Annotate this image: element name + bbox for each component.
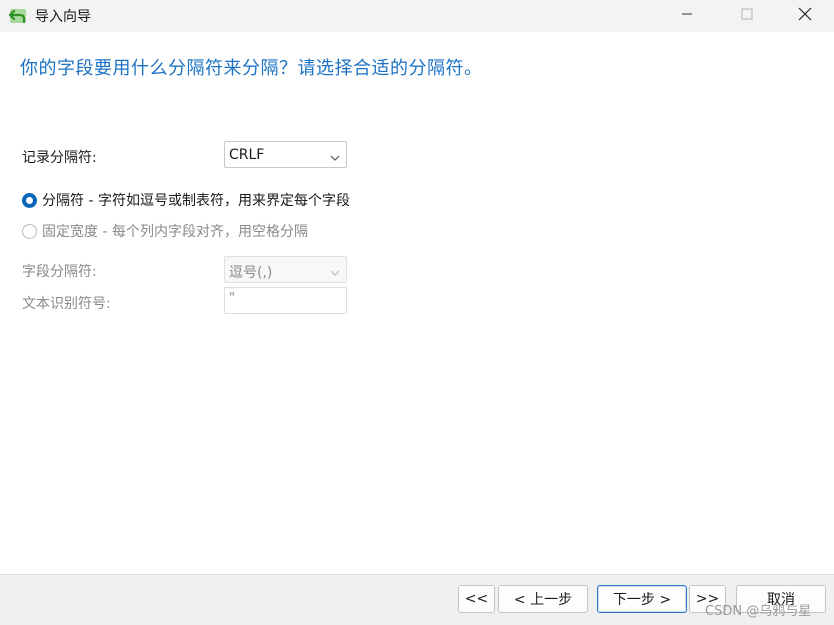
- radio-button-checked[interactable]: [22, 192, 37, 208]
- record-delimiter-label: 记录分隔符:: [22, 150, 97, 166]
- first-button[interactable]: <<: [458, 585, 495, 613]
- minimize-button[interactable]: [664, 0, 710, 32]
- text-qualifier-input[interactable]: ": [224, 287, 347, 314]
- maximize-button[interactable]: [724, 0, 770, 32]
- page-heading: 你的字段要用什么分隔符来分隔？请选择合适的分隔符。: [20, 58, 483, 79]
- chevron-down-icon: [330, 265, 340, 276]
- watermark: CSDN @乌鸦与星: [705, 604, 812, 619]
- maximize-icon: [741, 8, 753, 24]
- minimize-icon: [681, 8, 693, 24]
- text-qualifier-label: 文本识别符号:: [22, 296, 111, 312]
- next-button[interactable]: 下一步 >: [597, 585, 687, 613]
- field-delimiter-select[interactable]: 逗号(,): [224, 256, 347, 283]
- close-button[interactable]: [782, 0, 828, 32]
- window-title: 导入向导: [35, 9, 91, 25]
- close-icon: [798, 7, 812, 25]
- arrow-back-icon: [8, 5, 28, 25]
- radio-fixed-width-label: 固定宽度 - 每个列内字段对齐，用空格分隔: [42, 224, 308, 240]
- record-delimiter-value: CRLF: [229, 147, 265, 163]
- radio-fixed-width[interactable]: 固定宽度 - 每个列内字段对齐，用空格分隔: [22, 221, 308, 241]
- back-button[interactable]: < 上一步: [498, 585, 588, 613]
- field-delimiter-label: 字段分隔符:: [22, 264, 97, 280]
- title-bar: 导入向导: [0, 0, 834, 32]
- radio-delimited[interactable]: 分隔符 - 字符如逗号或制表符，用来界定每个字段: [22, 190, 350, 210]
- record-delimiter-select[interactable]: CRLF: [224, 141, 347, 168]
- chevron-down-icon: [330, 150, 340, 161]
- radio-delimited-label: 分隔符 - 字符如逗号或制表符，用来界定每个字段: [42, 193, 350, 209]
- field-delimiter-value: 逗号(,): [229, 265, 273, 281]
- radio-button-unchecked[interactable]: [22, 223, 37, 239]
